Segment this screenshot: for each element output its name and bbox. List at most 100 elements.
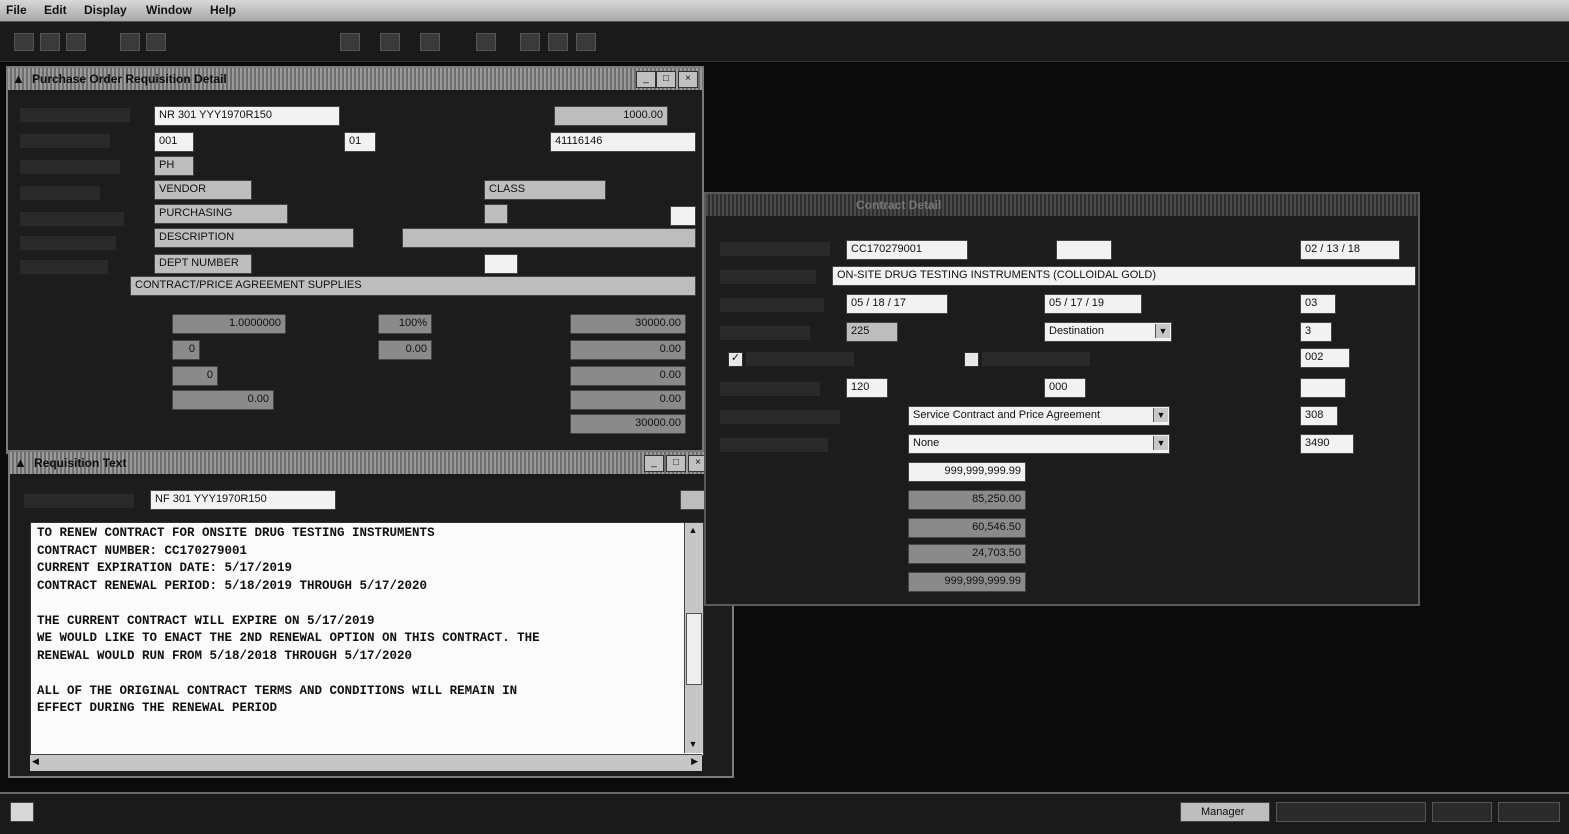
contract-date-field[interactable]: 02 / 13 / 18 bbox=[1300, 240, 1400, 260]
contract-number-field[interactable]: CC170279001 bbox=[846, 240, 968, 260]
contract-description-field[interactable]: ON-SITE DRUG TESTING INSTRUMENTS (COLLOI… bbox=[832, 266, 1416, 286]
flag-field[interactable] bbox=[484, 254, 518, 274]
toolbar-execute-icon[interactable] bbox=[548, 33, 568, 51]
toolbar bbox=[0, 22, 1569, 62]
toolbar-next-icon[interactable] bbox=[420, 33, 440, 51]
scroll-up-icon[interactable]: ▲ bbox=[687, 525, 699, 537]
memo-requisition-field[interactable]: NF 301 YYY1970R150 bbox=[150, 490, 336, 510]
purchasing-field[interactable]: PURCHASING bbox=[154, 204, 288, 224]
contract-end-date-field[interactable]: 05 / 17 / 19 bbox=[1044, 294, 1142, 314]
window-icon: ▲ bbox=[14, 455, 27, 470]
scroll-down-icon[interactable]: ▼ bbox=[687, 739, 699, 751]
option-count-field[interactable]: 3 bbox=[1300, 322, 1332, 342]
field-label bbox=[20, 108, 130, 122]
vendor-code-field[interactable]: 3490 bbox=[1300, 434, 1354, 454]
fob-select[interactable]: Destination ▼ bbox=[1044, 322, 1172, 342]
maximize-button[interactable]: □ bbox=[666, 455, 686, 472]
toolbar-first-icon[interactable] bbox=[340, 33, 360, 51]
menu-file[interactable]: File bbox=[6, 3, 27, 17]
rate-field-2[interactable]: 0.00 bbox=[378, 340, 432, 360]
memo-title-bar[interactable]: ▲ Requisition Text _ □ × bbox=[10, 452, 732, 474]
description-right-field[interactable] bbox=[402, 228, 696, 248]
contract-type-value: Service Contract and Price Agreement bbox=[913, 409, 1101, 421]
terms-field[interactable]: 225 bbox=[846, 322, 898, 342]
contract-title-bar[interactable]: Contract Detail bbox=[706, 194, 1418, 216]
account-field[interactable]: 41116146 bbox=[550, 132, 696, 152]
buyer-code-field[interactable]: 308 bbox=[1300, 406, 1338, 426]
percent-field[interactable]: 100% bbox=[378, 314, 432, 334]
qty-field-2[interactable]: 0 bbox=[172, 340, 200, 360]
chevron-down-icon[interactable]: ▼ bbox=[1153, 408, 1168, 422]
toolbar-open-icon[interactable] bbox=[40, 33, 60, 51]
amount-field-3[interactable]: 0.00 bbox=[570, 366, 686, 386]
quantity-field[interactable]: 1.0000000 bbox=[172, 314, 286, 334]
checkbox-left[interactable]: ✓ bbox=[728, 352, 743, 367]
checkbox-right[interactable] bbox=[964, 352, 979, 367]
qty-field-4[interactable]: 0.00 bbox=[172, 390, 274, 410]
contract-amount-field-c[interactable]: 24,703.50 bbox=[908, 544, 1026, 564]
contract-type-select[interactable]: Service Contract and Price Agreement ▼ bbox=[908, 406, 1170, 426]
amount-field-4[interactable]: 0.00 bbox=[570, 390, 686, 410]
renewal-count-field[interactable]: 03 bbox=[1300, 294, 1336, 314]
toolbar-find-icon[interactable] bbox=[146, 33, 166, 51]
menu-window[interactable]: Window bbox=[146, 3, 192, 17]
commodity-field[interactable]: CONTRACT/PRICE AGREEMENT SUPPLIES bbox=[130, 276, 696, 296]
type-field[interactable]: PH bbox=[154, 156, 194, 176]
amount-field-2[interactable]: 0.00 bbox=[570, 340, 686, 360]
po-title-bar[interactable]: ▲ Purchase Order Requisition Detail _ □ … bbox=[8, 68, 702, 90]
contract-amount-field-d[interactable]: 999,999,999.99 bbox=[908, 572, 1026, 592]
toolbar-cancel-icon[interactable] bbox=[576, 33, 596, 51]
amount-field-5[interactable]: 30000.00 bbox=[570, 414, 686, 434]
po-amount-field[interactable]: 1000.00 bbox=[554, 106, 668, 126]
sub-line-field[interactable]: 01 bbox=[344, 132, 376, 152]
toolbar-save-icon[interactable] bbox=[66, 33, 86, 51]
scroll-left-icon[interactable]: ◀ bbox=[32, 756, 39, 767]
menu-help[interactable]: Help bbox=[210, 3, 236, 17]
code-field[interactable]: 000 bbox=[1044, 378, 1086, 398]
contract-code-field[interactable] bbox=[1056, 240, 1112, 260]
toolbar-prev-icon[interactable] bbox=[380, 33, 400, 51]
requisition-number-field[interactable]: NR 301 YYY1970R150 bbox=[154, 106, 340, 126]
taskbar-slot[interactable] bbox=[1276, 802, 1426, 822]
chevron-down-icon[interactable]: ▼ bbox=[1153, 436, 1168, 450]
class-field[interactable]: CLASS bbox=[484, 180, 606, 200]
line-number-field[interactable]: 001 bbox=[154, 132, 194, 152]
small-field[interactable] bbox=[484, 204, 508, 224]
toolbar-last-icon[interactable] bbox=[476, 33, 496, 51]
chevron-down-icon[interactable]: ▼ bbox=[1155, 324, 1170, 338]
qty-field-3[interactable]: 0 bbox=[172, 366, 218, 386]
close-button[interactable]: × bbox=[678, 71, 698, 88]
taskbar-item-manager[interactable]: Manager bbox=[1180, 802, 1270, 822]
horizontal-scrollbar[interactable]: ◀ ▶ bbox=[30, 754, 702, 771]
department-field[interactable]: DEPT NUMBER bbox=[154, 254, 252, 274]
option-select[interactable]: None ▼ bbox=[908, 434, 1170, 454]
system-tray bbox=[1498, 802, 1560, 822]
menu-display[interactable]: Display bbox=[84, 3, 127, 17]
menu-edit[interactable]: Edit bbox=[44, 3, 67, 17]
days-field[interactable]: 120 bbox=[846, 378, 888, 398]
requisition-text-area[interactable]: TO RENEW CONTRACT FOR ONSITE DRUG TESTIN… bbox=[30, 522, 704, 756]
status-code-field[interactable]: 002 bbox=[1300, 348, 1350, 368]
scroll-right-icon[interactable]: ▶ bbox=[691, 756, 698, 767]
scroll-thumb[interactable] bbox=[686, 613, 702, 685]
maximize-button[interactable]: □ bbox=[656, 71, 676, 88]
contract-limit-field[interactable]: 999,999,999.99 bbox=[908, 462, 1026, 482]
blank-field[interactable] bbox=[1300, 378, 1346, 398]
field-label bbox=[720, 242, 830, 256]
taskbar-slot[interactable] bbox=[1432, 802, 1492, 822]
minimize-button[interactable]: _ bbox=[644, 455, 664, 472]
description-field[interactable]: DESCRIPTION bbox=[154, 228, 354, 248]
vendor-field[interactable]: VENDOR bbox=[154, 180, 252, 200]
start-icon[interactable] bbox=[10, 802, 34, 822]
toolbar-print-icon[interactable] bbox=[120, 33, 140, 51]
toolbar-query-icon[interactable] bbox=[520, 33, 540, 51]
toolbar-new-icon[interactable] bbox=[14, 33, 34, 51]
contract-start-date-field[interactable]: 05 / 18 / 17 bbox=[846, 294, 948, 314]
field-label bbox=[720, 438, 828, 452]
vertical-scrollbar[interactable]: ▲ ▼ bbox=[684, 523, 703, 753]
amount-field-1[interactable]: 30000.00 bbox=[570, 314, 686, 334]
minimize-button[interactable]: _ bbox=[636, 71, 656, 88]
indicator-field[interactable] bbox=[670, 206, 696, 226]
contract-amount-field-a[interactable]: 85,250.00 bbox=[908, 490, 1026, 510]
contract-amount-field-b[interactable]: 60,546.50 bbox=[908, 518, 1026, 538]
